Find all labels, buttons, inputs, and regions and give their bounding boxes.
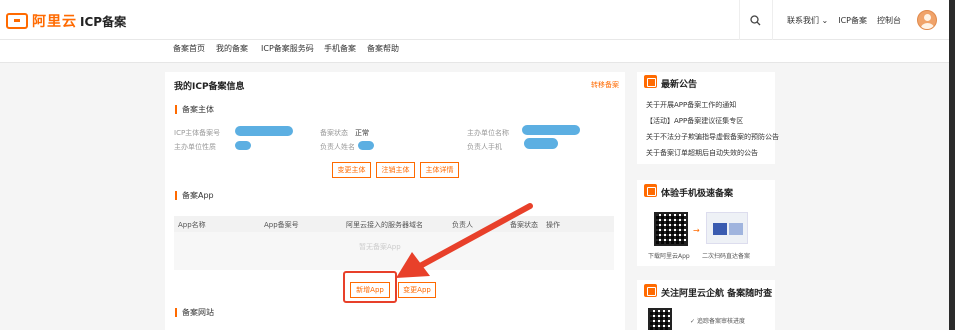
nav-service-code[interactable]: ICP备案服务码 (261, 43, 314, 54)
search-icon (750, 14, 761, 25)
redacted-value (235, 126, 293, 136)
app-section-title: 备案App (175, 191, 214, 200)
sub-navigation: 备案首页 我的备案 ICP备案服务码 手机备案 备案帮助 (0, 40, 949, 63)
mobile-filing-title: 体验手机极速备案 (661, 189, 734, 199)
top-header: 阿里云 ICP备案 联系我们 ⌄ ICP备案 控制台 (0, 0, 955, 40)
field-label: 备案状态 (320, 129, 348, 137)
redacted-value (522, 125, 580, 135)
app-download-qr (654, 212, 688, 246)
window-edge (949, 0, 955, 330)
field-label: ICP主体备案号 (174, 129, 221, 137)
contact-us-link[interactable]: 联系我们 ⌄ (787, 15, 828, 26)
icp-link[interactable]: ICP备案 (838, 15, 867, 26)
annotation-highlight-box (343, 271, 397, 303)
cancel-subject-button[interactable]: 注销主体 (376, 162, 415, 178)
phone-screen-graphic (713, 223, 727, 235)
nav-mobile-filing[interactable]: 手机备案 (324, 43, 356, 54)
announcement-item[interactable]: 关于不法分子欺骗指导虚假备案的预防公告 (646, 132, 779, 142)
subject-details-button[interactable]: 主体详情 (420, 162, 459, 178)
field-label: 主办单位性质 (174, 143, 216, 151)
follow-icon (644, 284, 657, 297)
website-section-title: 备案网站 (175, 308, 214, 317)
phone-icon (644, 184, 657, 197)
field-label: 主办单位名称 (467, 129, 509, 137)
column-header: App备案号 (264, 221, 299, 229)
card-title: 我的ICP备案信息 (174, 82, 245, 92)
column-header: 操作 (546, 221, 560, 229)
follow-item: ✓ 追踪备案审核进度 (690, 318, 745, 325)
subject-section-title: 备案主体 (175, 105, 214, 114)
chevron-down-icon: ⌄ (821, 15, 829, 25)
filing-status-value: 正常 (355, 129, 369, 137)
logo-text: 阿里云 (32, 14, 77, 30)
transfer-filing-link[interactable]: 转移备案 (591, 80, 619, 90)
aliyun-logo[interactable]: 阿里云 (6, 11, 77, 31)
annotation-arrow-icon (396, 203, 533, 278)
scan-caption: 二次扫码直达备案 (702, 253, 751, 260)
nav-my-filing[interactable]: 我的备案 (216, 43, 248, 54)
aliyun-logo-icon (6, 13, 28, 29)
field-label: 负责人姓名 (320, 143, 355, 151)
download-app-caption: 下载阿里云App (648, 253, 690, 260)
phone-screen-graphic (729, 223, 743, 235)
contact-us-label: 联系我们 (786, 15, 819, 25)
follow-qr (648, 308, 672, 330)
announcements-title: 最新公告 (661, 80, 698, 90)
product-title[interactable]: ICP备案 (80, 13, 126, 30)
header-right: 联系我们 ⌄ ICP备案 控制台 (738, 0, 955, 40)
follow-title: 关注阿里云企航 备案随时查 (661, 289, 773, 299)
field-label: 负责人手机 (467, 143, 502, 151)
announcement-item[interactable]: 关于备案订单超期后自动失效的公告 (646, 148, 758, 158)
mobile-preview-image (706, 212, 748, 244)
console-link[interactable]: 控制台 (877, 15, 901, 26)
redacted-value (524, 138, 558, 149)
announcement-icon (644, 75, 657, 88)
user-avatar[interactable] (917, 10, 937, 30)
nav-help[interactable]: 备案帮助 (367, 43, 399, 54)
announcement-item[interactable]: 【活动】APP备案建议征集专区 (646, 116, 743, 126)
redacted-value (235, 141, 251, 150)
announcement-item[interactable]: 关于开展APP备案工作的通知 (646, 100, 736, 110)
nav-home[interactable]: 备案首页 (173, 43, 205, 54)
search-button[interactable] (738, 0, 773, 40)
column-header: App名称 (178, 221, 206, 229)
follow-item-label: 追踪备案审核进度 (696, 318, 745, 325)
redacted-value (358, 141, 374, 150)
change-subject-button[interactable]: 变更主体 (332, 162, 371, 178)
arrow-right-icon: → (693, 226, 700, 235)
